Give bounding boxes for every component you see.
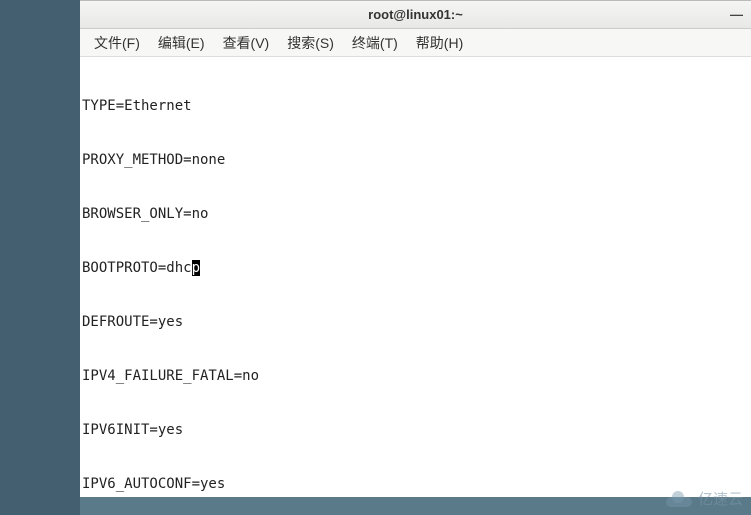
cursor: p <box>192 260 200 276</box>
file-line: TYPE=Ethernet <box>80 97 751 115</box>
file-line: IPV6_AUTOCONF=yes <box>80 475 751 493</box>
file-line: IPV6INIT=yes <box>80 421 751 439</box>
terminal-content[interactable]: TYPE=Ethernet PROXY_METHOD=none BROWSER_… <box>80 57 751 497</box>
menu-terminal[interactable]: 终端(T) <box>344 31 406 55</box>
menu-file[interactable]: 文件(F) <box>86 31 148 55</box>
menubar: 文件(F) 编辑(E) 查看(V) 搜索(S) 终端(T) 帮助(H) <box>80 29 751 57</box>
file-line: IPV4_FAILURE_FATAL=no <box>80 367 751 385</box>
window-title: root@linux01:~ <box>368 7 463 22</box>
file-line: BOOTPROTO=dhcp <box>80 259 751 277</box>
file-line: PROXY_METHOD=none <box>80 151 751 169</box>
titlebar[interactable]: root@linux01:~ — <box>80 1 751 29</box>
menu-view[interactable]: 查看(V) <box>215 31 278 55</box>
menu-search[interactable]: 搜索(S) <box>279 31 342 55</box>
minimize-button[interactable]: — <box>730 8 743 21</box>
menu-help[interactable]: 帮助(H) <box>408 31 471 55</box>
file-line: DEFROUTE=yes <box>80 313 751 331</box>
file-line: BROWSER_ONLY=no <box>80 205 751 223</box>
terminal-window: root@linux01:~ — 文件(F) 编辑(E) 查看(V) 搜索(S)… <box>80 0 751 497</box>
line-prefix: BOOTPROTO=dhc <box>82 260 192 276</box>
desktop-background <box>0 0 80 515</box>
menu-edit[interactable]: 编辑(E) <box>150 31 213 55</box>
window-controls: — <box>730 8 743 21</box>
